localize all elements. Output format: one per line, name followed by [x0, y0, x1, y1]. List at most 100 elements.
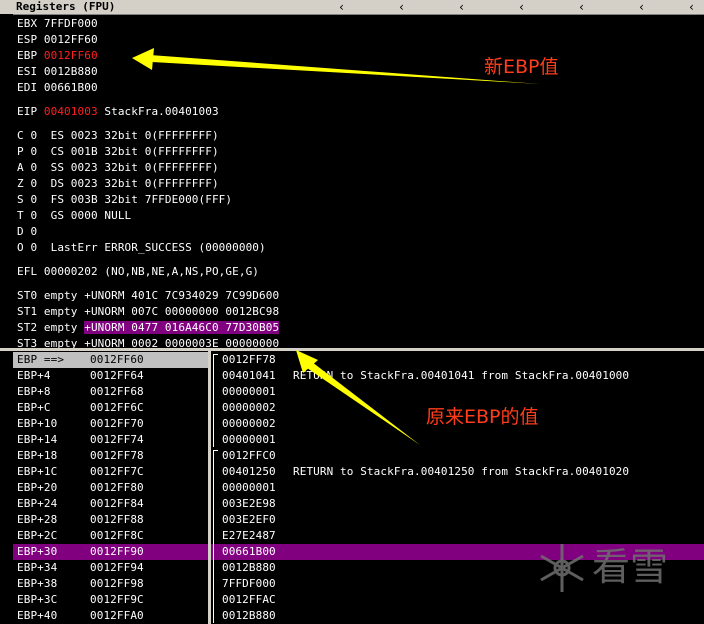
stack-row-value[interactable]: 00401041 RETURN to StackFra.00401041 from… [211, 368, 704, 384]
stack-row-address[interactable]: EBP+3C 0012FF9C [13, 592, 208, 608]
stack-offset: EBP+2C [17, 529, 58, 542]
stack-row-address[interactable]: EBP+C 0012FF6C [13, 400, 208, 416]
scroll-left-icon[interactable]: ‹ [578, 0, 585, 14]
flag-segment-row[interactable]: S 0 FS 003B 32bit 7FFDE000(FFF) [17, 192, 232, 208]
stack-address: 0012FF60 [90, 353, 144, 366]
stack-comment: RETURN to StackFra.00401250 from StackFr… [293, 465, 630, 478]
stack-offset: EBP+3C [17, 593, 58, 606]
flag-segment-row[interactable]: A 0 SS 0023 32bit 0(FFFFFFFF) [17, 160, 219, 176]
stack-row-address[interactable]: EBP+4 0012FF64 [13, 368, 208, 384]
stack-row-address[interactable]: EBP+30 0012FF90 [13, 544, 208, 560]
stack-offset: EBP+30 [17, 545, 58, 558]
snowflake-logo-icon [540, 544, 584, 592]
stack-row-value[interactable]: 00401250 RETURN to StackFra.00401250 from… [211, 464, 704, 480]
stack-row-address[interactable]: EBP ==> 0012FF60 [13, 352, 208, 368]
stack-row-address[interactable]: EBP+8 0012FF68 [13, 384, 208, 400]
stack-value: 00000002 [222, 417, 276, 430]
stack-row-address[interactable]: EBP+24 0012FF84 [13, 496, 208, 512]
stack-value: E27E2487 [222, 529, 276, 542]
stack-value: 00401041 [222, 369, 276, 382]
scroll-left-icon[interactable]: ‹ [638, 0, 645, 14]
stack-offset: EBP+8 [17, 385, 51, 398]
scroll-left-icon[interactable]: ‹ [338, 0, 345, 14]
stack-address: 0012FF68 [90, 385, 144, 398]
register-edi[interactable]: EDI 00661B00 [17, 80, 98, 96]
stack-value: 00000001 [222, 385, 276, 398]
registers-panel[interactable]: EBX 7FFDF000 ESP 0012FF60 EBP 0012FF60 E… [13, 15, 704, 350]
stack-frame-bracket [213, 354, 218, 447]
stack-row-address[interactable]: EBP+38 0012FF98 [13, 576, 208, 592]
stack-row-address[interactable]: EBP+18 0012FF78 [13, 448, 208, 464]
stack-address-column: EBP ==> 0012FF60 EBP+4 0012FF64 EBP+8 0012FF6… [13, 351, 208, 624]
registers-pane-title-bar: Registers (FPU) ‹ ‹ ‹ ‹ ‹ ‹ ‹ [0, 0, 704, 15]
scroll-left-icon[interactable]: ‹ [518, 0, 525, 14]
watermark-text: 看雪 [592, 545, 669, 589]
register-eip-value[interactable]: 00401003 [44, 105, 98, 118]
stack-value: 00661B00 [222, 545, 276, 558]
stack-row-address[interactable]: EBP+2C 0012FF8C [13, 528, 208, 544]
stack-row-value[interactable]: 00000001 [211, 480, 704, 496]
stack-value: 00000001 [222, 433, 276, 446]
stack-address: 0012FF70 [90, 417, 144, 430]
register-esp[interactable]: ESP 0012FF60 [17, 32, 98, 48]
fpu-st0[interactable]: ST0 empty +UNORM 401C 7C934029 7C99D600 [17, 288, 279, 304]
stack-offset: EBP+18 [17, 449, 58, 462]
fpu-st2-label: ST2 empty [17, 321, 85, 334]
stack-value: 0012FFAC [222, 593, 276, 606]
stack-row-value[interactable]: 003E2EF0 [211, 512, 704, 528]
pane-title: Registers (FPU) [16, 0, 116, 13]
stack-value: 7FFDF000 [222, 577, 276, 590]
scroll-left-icon[interactable]: ‹ [458, 0, 465, 14]
stack-row-address[interactable]: EBP+40 0012FFA0 [13, 608, 208, 624]
stack-address: 0012FF78 [90, 449, 144, 462]
stack-row-address[interactable]: EBP+28 0012FF88 [13, 512, 208, 528]
stack-row-value[interactable]: 003E2E98 [211, 496, 704, 512]
stack-row-address[interactable]: EBP+1C 0012FF7C [13, 464, 208, 480]
stack-offset: EBP+1C [17, 465, 58, 478]
stack-address: 0012FF74 [90, 433, 144, 446]
annotation-old-ebp: 原来EBP的值 [426, 406, 539, 428]
register-ebp[interactable]: EBP 0012FF60 [17, 48, 98, 64]
stack-row-value[interactable]: 00000001 [211, 384, 704, 400]
stack-address: 0012FF84 [90, 497, 144, 510]
stack-value: 0012FF78 [222, 353, 276, 366]
stack-value: 00000001 [222, 481, 276, 494]
stack-address: 0012FF88 [90, 513, 144, 526]
stack-row-value[interactable]: 0012FF78 [211, 352, 704, 368]
flag-segment-row[interactable]: Z 0 DS 0023 32bit 0(FFFFFFFF) [17, 176, 219, 192]
fpu-st2-highlight[interactable]: +UNORM 0477 016A46C0 77D30B05 [84, 321, 280, 334]
last-error-row[interactable]: O 0 LastErr ERROR_SUCCESS (00000000) [17, 240, 266, 256]
scroll-left-icon[interactable]: ‹ [398, 0, 405, 14]
fpu-st2[interactable]: ST2 empty +UNORM 0477 016A46C0 77D30B05 [17, 320, 280, 336]
stack-offset: EBP+24 [17, 497, 58, 510]
register-ebx[interactable]: EBX 7FFDF000 [17, 16, 98, 32]
stack-value: 00000002 [222, 401, 276, 414]
stack-row-address[interactable]: EBP+34 0012FF94 [13, 560, 208, 576]
stack-row-address[interactable]: EBP+10 0012FF70 [13, 416, 208, 432]
register-eip[interactable]: EIP 00401003 StackFra.00401003 [17, 104, 219, 120]
stack-offset: EBP+4 [17, 369, 51, 382]
stack-row-address[interactable]: EBP+14 0012FF74 [13, 432, 208, 448]
flag-segment-row[interactable]: C 0 ES 0023 32bit 0(FFFFFFFF) [17, 128, 219, 144]
stack-value: 003E2EF0 [222, 513, 276, 526]
annotation-new-ebp: 新EBP值 [484, 56, 559, 78]
fpu-st1[interactable]: ST1 empty +UNORM 007C 00000000 0012BC98 [17, 304, 279, 320]
stack-row-value[interactable]: 0012B880 [211, 608, 704, 624]
stack-address: 0012FF90 [90, 545, 144, 558]
register-efl[interactable]: EFL 00000202 (NO,NB,NE,A,NS,PO,GE,G) [17, 264, 259, 280]
watermark: 看雪 [534, 540, 684, 600]
flag-segment-row[interactable]: P 0 CS 001B 32bit 0(FFFFFFFF) [17, 144, 219, 160]
register-esi[interactable]: ESI 0012B880 [17, 64, 98, 80]
flag-segment-row[interactable]: T 0 GS 0000 NULL [17, 208, 131, 224]
stack-row-address[interactable]: EBP+20 0012FF80 [13, 480, 208, 496]
stack-row-value[interactable]: 0012FFC0 [211, 448, 704, 464]
stack-offset: EBP+10 [17, 417, 58, 430]
flag-segment-row[interactable]: D 0 [17, 224, 37, 240]
stack-row-value[interactable]: 00000001 [211, 432, 704, 448]
stack-value: 003E2E98 [222, 497, 276, 510]
scroll-left-icon[interactable]: ‹ [688, 0, 695, 14]
register-eip-comment: StackFra.00401003 [97, 105, 219, 118]
stack-offset: EBP+40 [17, 609, 58, 622]
stack-address: 0012FF98 [90, 577, 144, 590]
register-ebp-value[interactable]: 0012FF60 [44, 49, 98, 62]
